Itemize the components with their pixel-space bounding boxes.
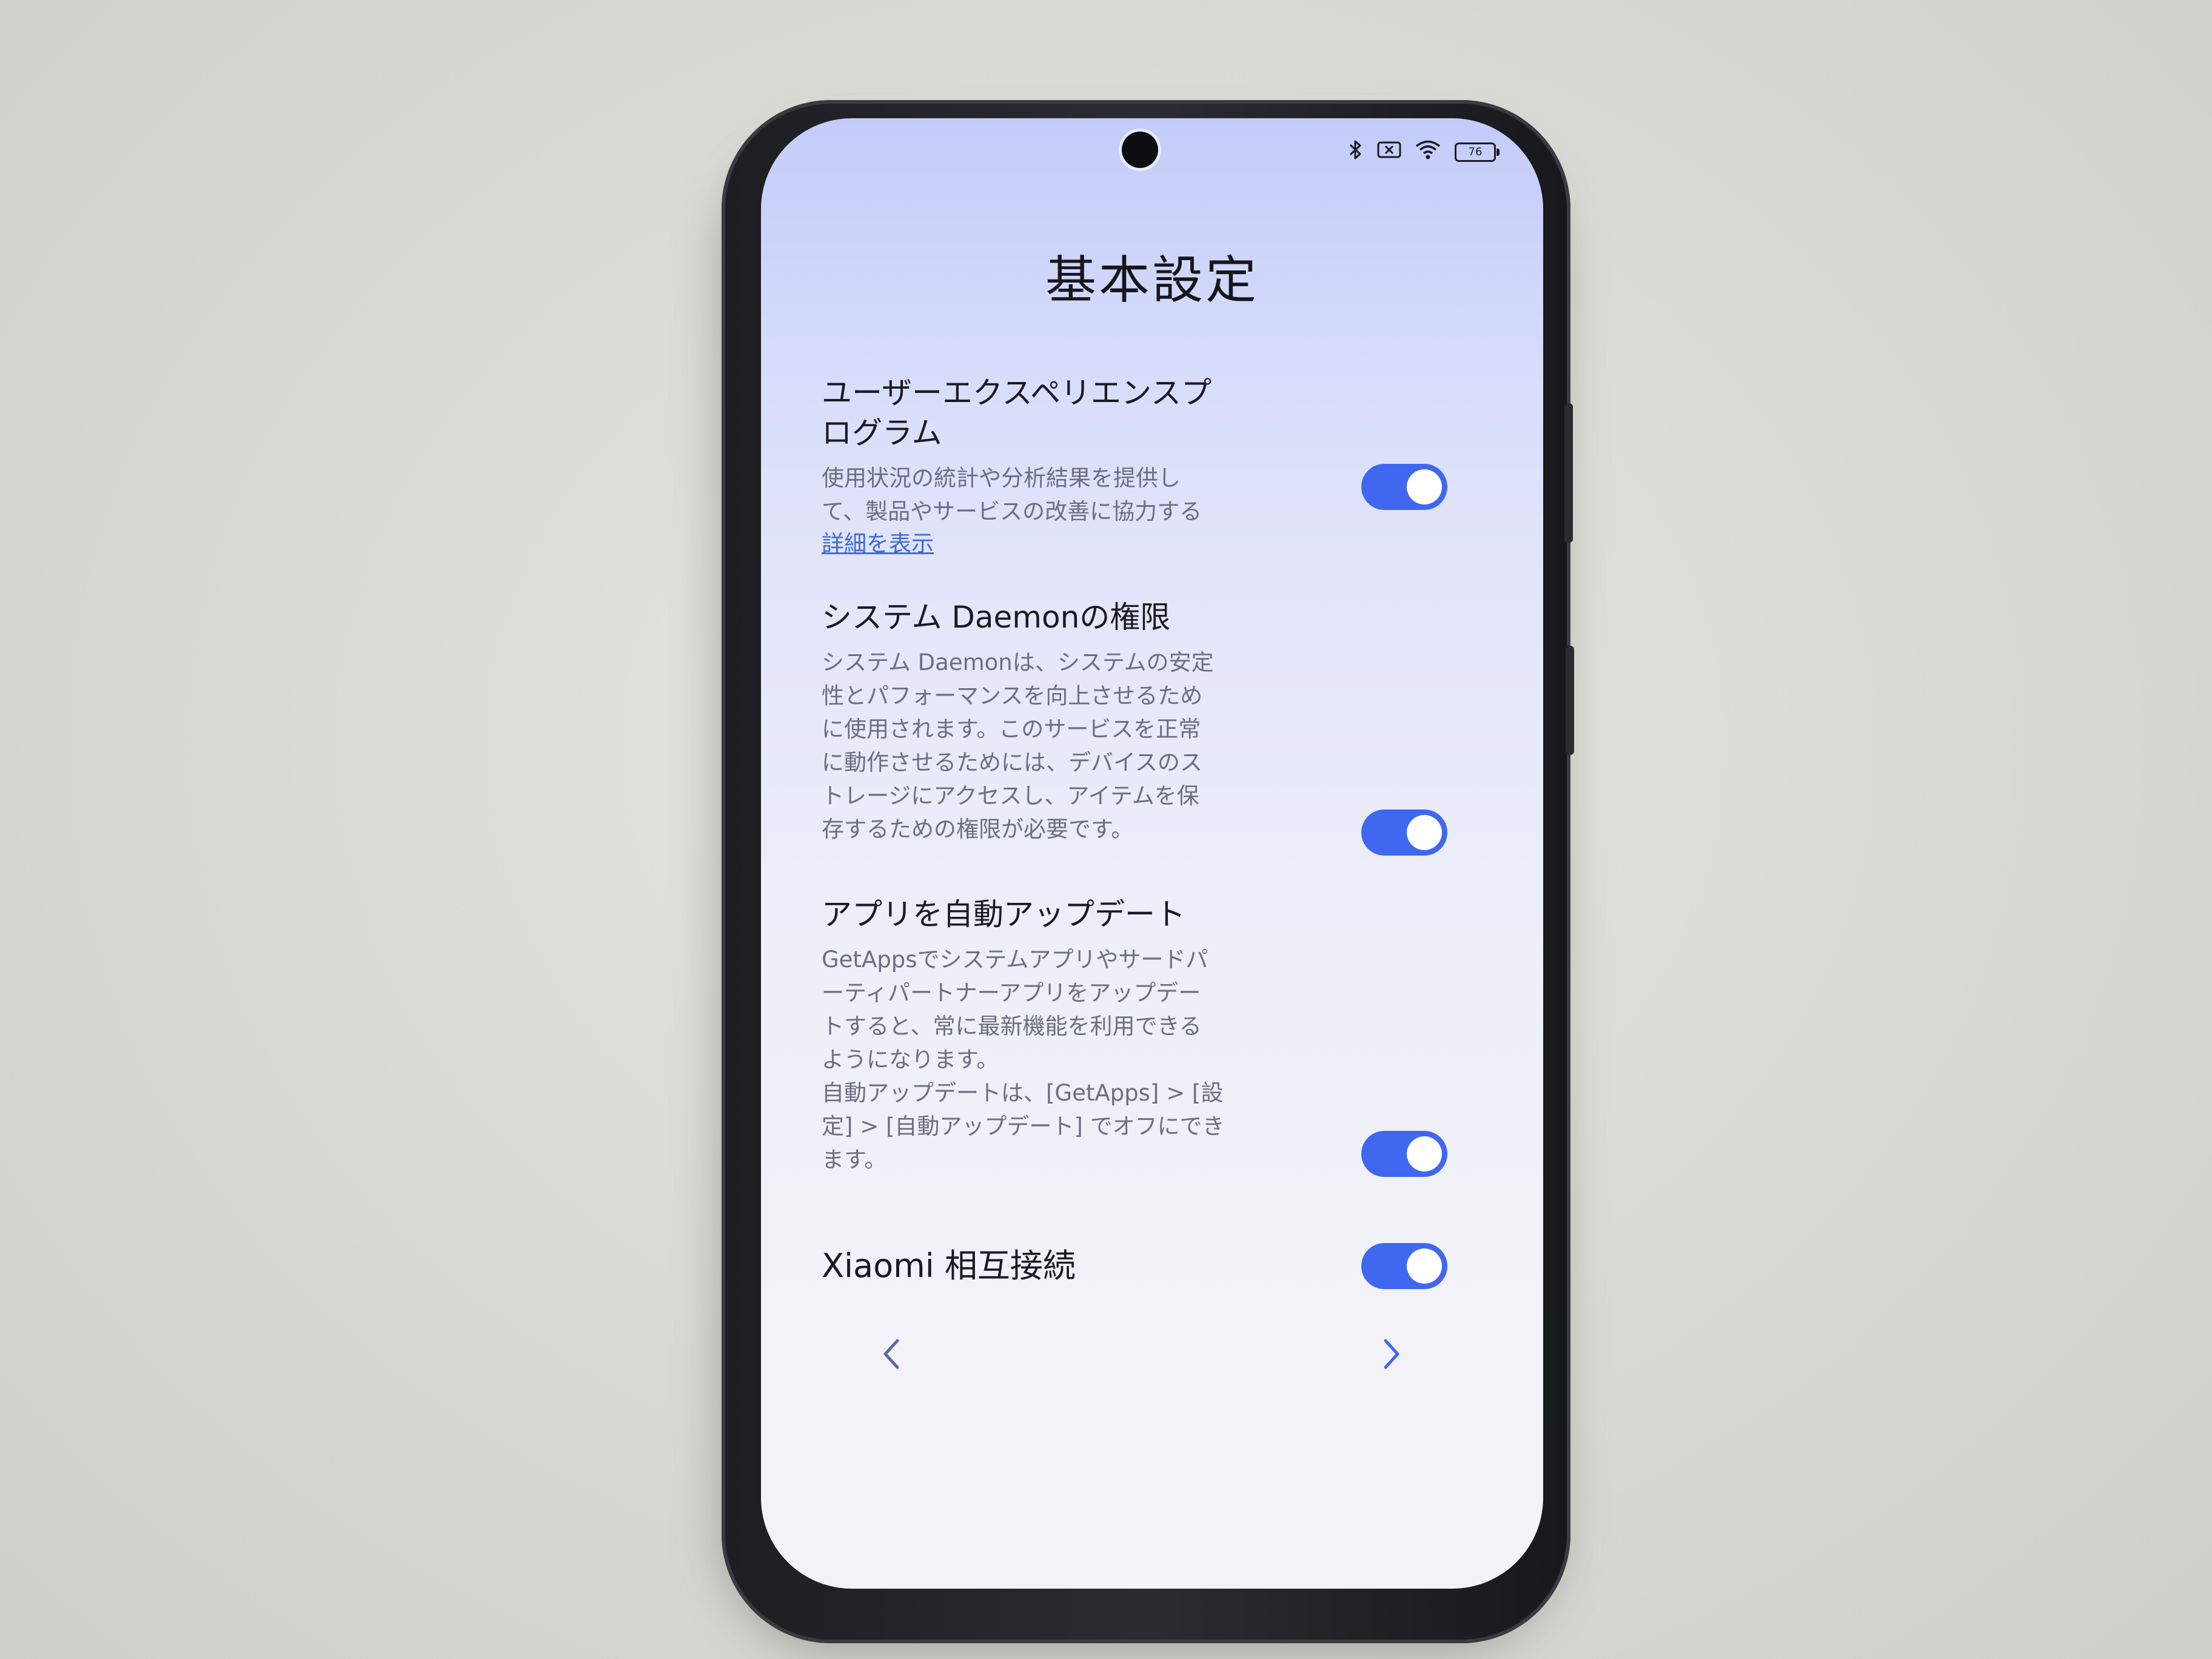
user-experience-program-toggle[interactable] — [1361, 464, 1447, 510]
setting-text: アプリを自動アップデート GetAppsでシステムアプリやサードパ ーティパート… — [822, 894, 1270, 1176]
setting-description-line: 存するための権限が必要です。 — [822, 816, 1134, 842]
phone-screen: 76 基本設定 ユーザーエクスペリエンスプ ログラム 使用状況の統計や分析結果を… — [761, 118, 1543, 1589]
setting-title: アプリを自動アップデート — [822, 894, 1270, 934]
setting-description-line: ようになります。 — [822, 1047, 999, 1073]
setting-title: システム Daemonの権限 — [822, 597, 1270, 637]
setting-description-line: 自動アップデートは、[GetApps] > [設 — [822, 1080, 1224, 1106]
setting-title-line: システム Daemonの権限 — [822, 600, 1171, 635]
setting-description-line: ます。 — [822, 1147, 887, 1173]
setting-description-line: システム Daemonは、システムの安定 — [822, 649, 1214, 675]
front-camera — [1122, 132, 1158, 168]
setting-description-line: トすると、常に最新機能を利用できる — [822, 1013, 1202, 1039]
volume-button[interactable] — [1564, 403, 1573, 543]
setting-system-daemon: システム Daemonの権限 システム Daemonは、システムの安定 性とパフ… — [822, 597, 1447, 856]
setting-description: GetAppsでシステムアプリやサードパ ーティパートナーアプリをアップデー ト… — [822, 943, 1270, 1176]
setting-description-line: に使用されます。このサービスを正常 — [822, 716, 1201, 742]
setting-description-line: トレージにアクセスし、アイテムを保 — [822, 783, 1199, 809]
setting-description-line: て、製品やサービスの改善に協力する — [822, 498, 1202, 525]
status-bar: 76 — [1348, 139, 1500, 165]
toggle-knob — [1407, 1248, 1442, 1284]
next-button[interactable] — [1367, 1331, 1416, 1379]
setting-description: 使用状況の統計や分析結果を提供し て、製品やサービスの改善に協力する — [822, 461, 1270, 528]
setting-description-line: GetAppsでシステムアプリやサードパ — [822, 947, 1208, 973]
setting-description-line: 性とパフォーマンスを向上させるため — [822, 683, 1203, 709]
setting-description: システム Daemonは、システムの安定 性とパフォーマンスを向上させるため に… — [822, 646, 1270, 846]
setting-auto-update-apps: アプリを自動アップデート GetAppsでシステムアプリやサードパ ーティパート… — [822, 894, 1447, 1177]
back-button[interactable] — [867, 1331, 916, 1379]
show-details-link[interactable]: 詳細を表示 — [822, 528, 934, 560]
toggle-knob — [1407, 469, 1442, 504]
setting-description-line: ーティパートナーアプリをアップデー — [822, 980, 1201, 1006]
setting-title-line: Xiaomi 相互接続 — [822, 1247, 1076, 1285]
xiaomi-interconnect-toggle[interactable] — [1361, 1243, 1447, 1289]
chevron-right-icon — [1381, 1337, 1403, 1373]
setting-text: ユーザーエクスペリエンスプ ログラム 使用状況の統計や分析結果を提供し て、製品… — [822, 373, 1270, 560]
wifi-icon — [1415, 139, 1441, 165]
setting-title-line: アプリを自動アップデート — [822, 897, 1185, 932]
battery-icon: 76 — [1455, 142, 1500, 162]
setting-description-line: に動作させるためには、デバイスのス — [822, 749, 1202, 776]
chevron-left-icon — [880, 1337, 902, 1373]
setting-title-line: ユーザーエクスペリエンスプ — [822, 375, 1212, 411]
bluetooth-icon — [1348, 139, 1364, 165]
page-title: 基本設定 — [1045, 250, 1259, 310]
auto-update-apps-toggle[interactable] — [1361, 1131, 1447, 1177]
setting-user-experience-program: ユーザーエクスペリエンスプ ログラム 使用状況の統計や分析結果を提供し て、製品… — [822, 373, 1447, 560]
setting-xiaomi-interconnect: Xiaomi 相互接続 — [822, 1243, 1447, 1289]
toggle-knob — [1407, 1136, 1442, 1171]
setting-text: Xiaomi 相互接続 — [822, 1246, 1270, 1286]
no-sim-icon — [1377, 141, 1401, 164]
setting-text: システム Daemonの権限 システム Daemonは、システムの安定 性とパフ… — [822, 597, 1270, 846]
setting-description-line: 定] > [自動アップデート] でオフにでき — [822, 1113, 1225, 1139]
setting-title: Xiaomi 相互接続 — [822, 1246, 1270, 1286]
battery-level: 76 — [1468, 146, 1483, 158]
setting-title-line: ログラム — [822, 415, 942, 451]
system-daemon-toggle[interactable] — [1361, 809, 1447, 856]
setting-description-line: 使用状況の統計や分析結果を提供し — [822, 465, 1181, 491]
setting-title: ユーザーエクスペリエンスプ ログラム — [822, 373, 1270, 453]
toggle-knob — [1407, 815, 1442, 850]
power-button[interactable] — [1566, 646, 1574, 755]
